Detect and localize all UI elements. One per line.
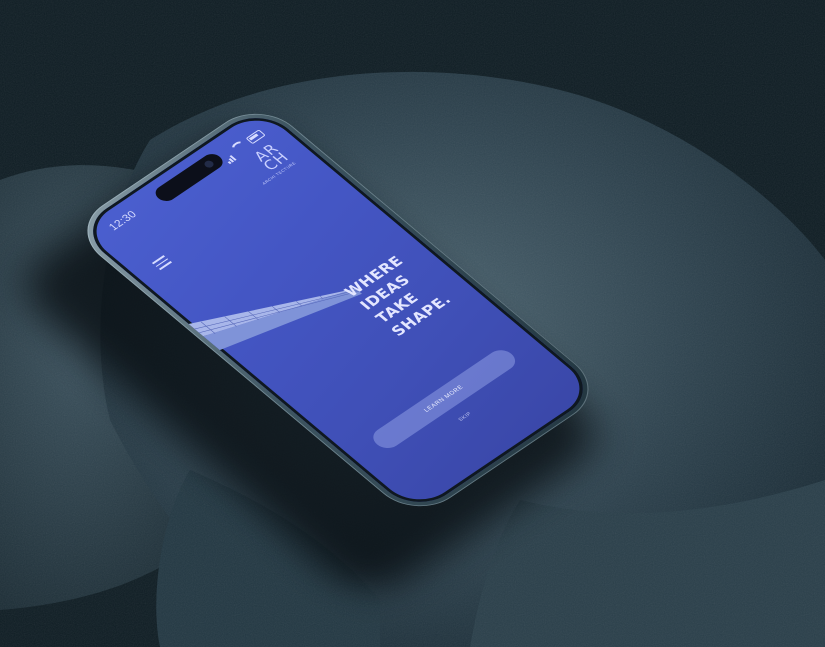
- camera-icon: [202, 159, 216, 169]
- rock-background-scene: 12:30 AR CH ARCHI TECTURE WHERE IDEAS TA…: [0, 0, 825, 647]
- battery-icon: [245, 129, 266, 144]
- status-time: 12:30: [106, 209, 140, 233]
- hamburger-menu-icon[interactable]: [151, 255, 174, 272]
- learn-more-button[interactable]: LEARN MORE: [367, 345, 521, 453]
- wifi-icon: [229, 139, 251, 155]
- hero-headline: WHERE IDEAS TAKE SHAPE.: [340, 251, 456, 340]
